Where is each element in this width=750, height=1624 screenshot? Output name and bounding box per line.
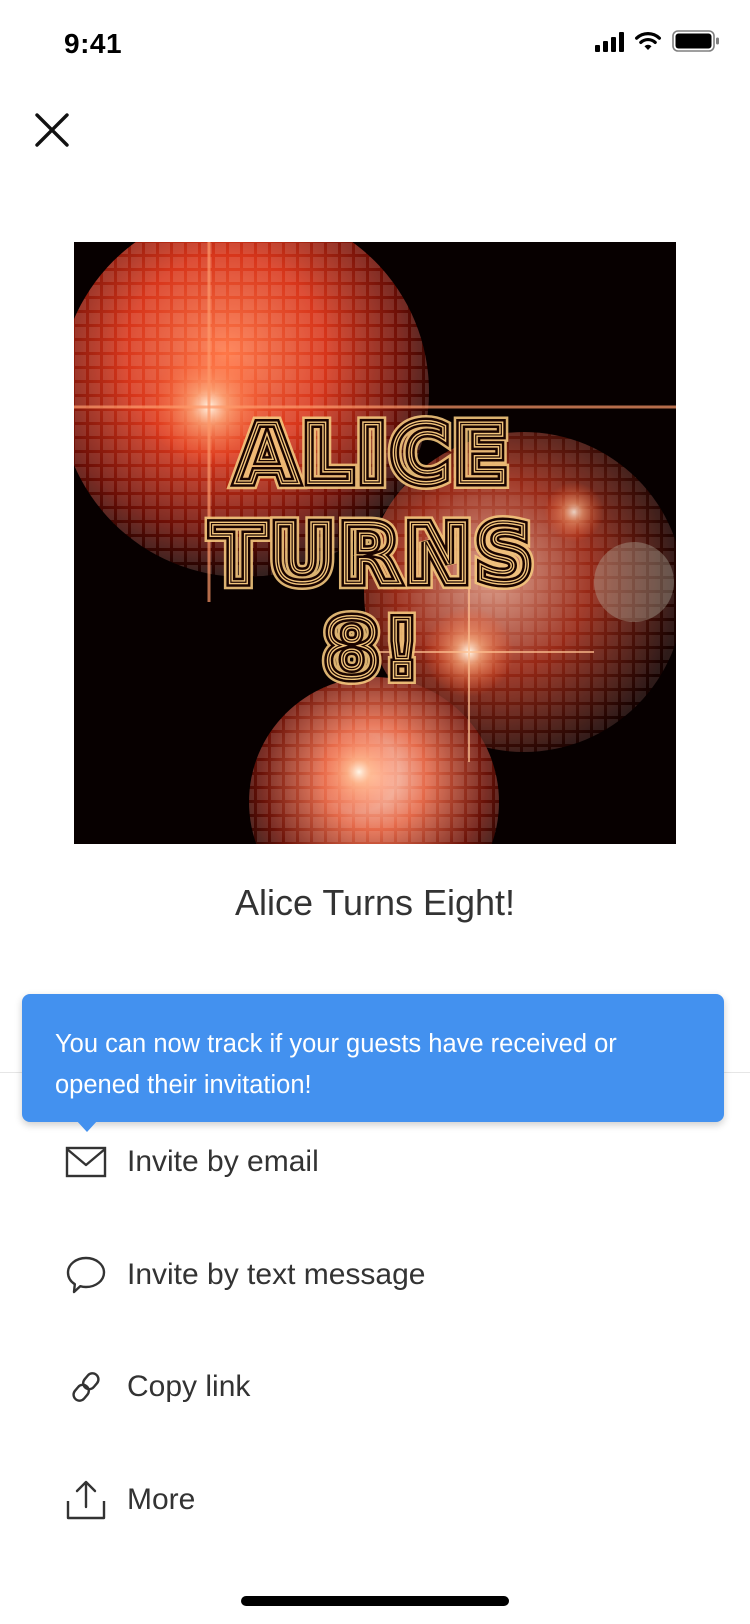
svg-text:8!: 8! bbox=[324, 603, 424, 696]
link-icon bbox=[64, 1365, 108, 1409]
share-icon bbox=[64, 1478, 108, 1522]
battery-icon bbox=[672, 30, 719, 52]
status-time: 9:41 bbox=[64, 28, 123, 59]
home-indicator[interactable] bbox=[241, 1596, 509, 1606]
invite-by-email-button[interactable]: Invite by email bbox=[0, 1117, 750, 1207]
svg-text:ALICE: ALICE bbox=[236, 408, 512, 501]
option-label: More bbox=[127, 1483, 196, 1516]
invite-by-text-button[interactable]: Invite by text message bbox=[0, 1230, 750, 1320]
mail-icon bbox=[64, 1140, 108, 1184]
option-label: Invite by email bbox=[127, 1145, 319, 1178]
close-icon bbox=[35, 113, 69, 147]
copy-link-button[interactable]: Copy link bbox=[0, 1342, 750, 1432]
tracking-tooltip[interactable]: You can now track if your guests have re… bbox=[22, 994, 724, 1122]
svg-text:TURNS: TURNS bbox=[211, 508, 537, 601]
option-label: Copy link bbox=[127, 1370, 251, 1403]
cellular-signal-icon bbox=[595, 30, 624, 52]
status-bar: 9:41 bbox=[0, 0, 750, 90]
status-icons bbox=[595, 30, 720, 52]
option-label: Invite by text message bbox=[127, 1258, 426, 1291]
more-button[interactable]: More bbox=[0, 1455, 750, 1545]
disco-ball-artwork: ALICE ALICE ALICE ALICE TURNS TURNS TURN… bbox=[74, 242, 676, 844]
wifi-icon bbox=[635, 32, 661, 50]
event-title: Alice Turns Eight! bbox=[234, 882, 516, 923]
close-button[interactable] bbox=[30, 108, 74, 152]
chat-bubble-icon bbox=[64, 1253, 108, 1297]
invitation-image[interactable]: ALICE ALICE ALICE ALICE TURNS TURNS TURN… bbox=[74, 242, 676, 844]
tooltip-text: You can now track if your guests have re… bbox=[55, 1030, 617, 1099]
